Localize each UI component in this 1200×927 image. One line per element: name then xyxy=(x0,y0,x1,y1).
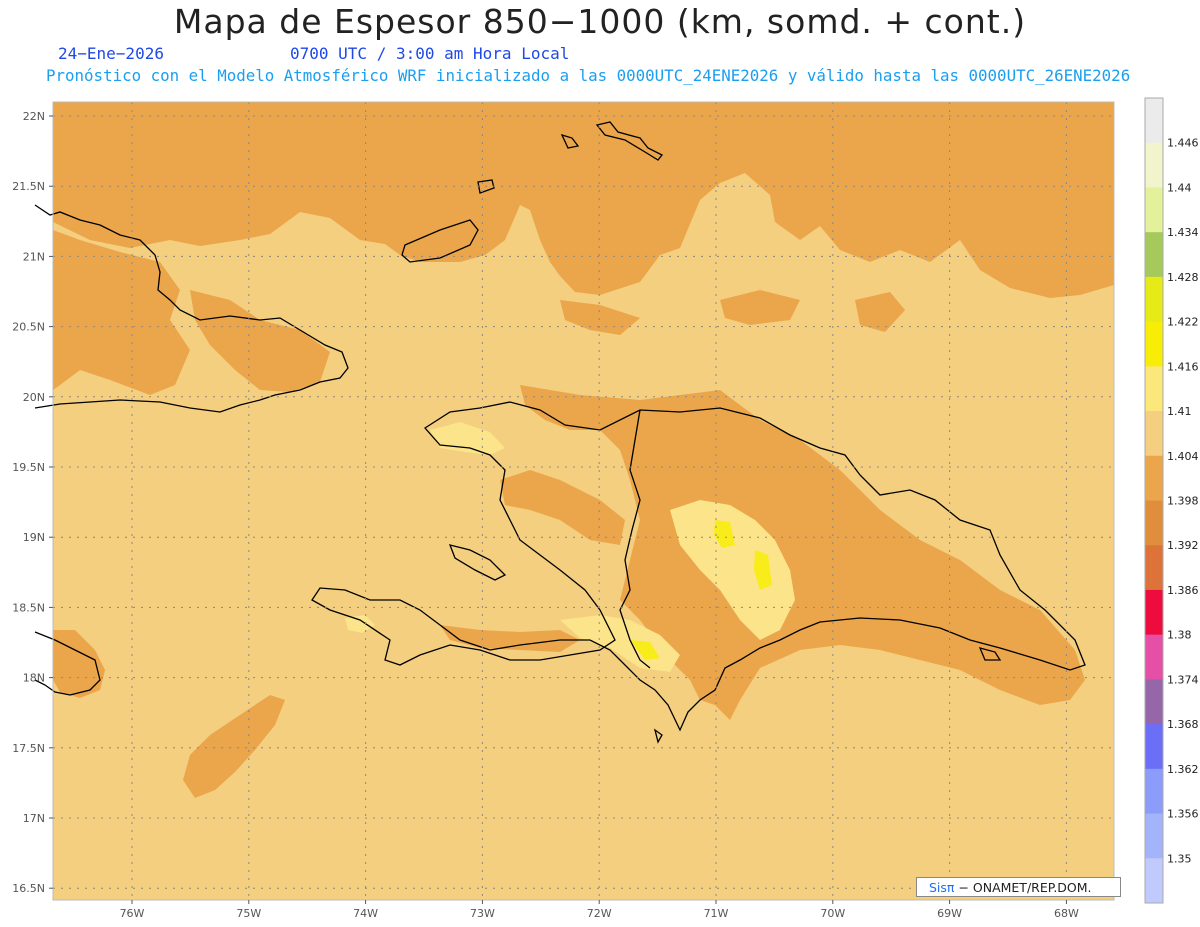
colorbar-swatch xyxy=(1145,187,1163,233)
colorbar-label: 1.362 xyxy=(1167,763,1199,776)
lat-label: 16.5N xyxy=(12,882,45,895)
colorbar-label: 1.404 xyxy=(1167,450,1199,463)
colorbar-label: 1.368 xyxy=(1167,718,1199,731)
lon-label: 75W xyxy=(236,907,261,920)
lat-label: 20N xyxy=(23,391,45,404)
colorbar-label: 1.374 xyxy=(1167,673,1199,686)
lat-label: 18.5N xyxy=(12,601,45,614)
colorbar: 1.446 1.44 1.434 1.428 1.422 1.416 1.41 1.404 1.… xyxy=(1144,97,1199,904)
lat-label: 21N xyxy=(23,250,45,263)
lon-label: 68W xyxy=(1054,907,1079,920)
lon-label: 72W xyxy=(587,907,612,920)
colorbar-label: 1.356 xyxy=(1167,808,1199,821)
map-plot-area xyxy=(34,102,1114,900)
colorbar-swatch xyxy=(1145,276,1163,323)
credit-brand: Sisπ xyxy=(929,880,955,895)
lon-label: 69W xyxy=(937,907,962,920)
colorbar-swatch xyxy=(1145,142,1163,188)
colorbar-swatch xyxy=(1145,724,1163,770)
lat-label: 21.5N xyxy=(12,180,45,193)
colorbar-label: 1.422 xyxy=(1167,316,1199,329)
lat-label: 18N xyxy=(23,672,45,685)
colorbar-swatch xyxy=(1145,455,1163,501)
colorbar-swatch xyxy=(1145,98,1163,144)
colorbar-swatch xyxy=(1145,321,1163,367)
colorbar-label: 1.35 xyxy=(1167,852,1192,865)
lon-label: 73W xyxy=(470,907,495,920)
lat-label: 20.5N xyxy=(12,321,45,334)
thickness-map: 22N 21.5N 21N 20.5N 20N 19.5N 19N 18.5N 18N 17.5N… xyxy=(12,97,1199,920)
colorbar-swatch xyxy=(1145,813,1163,859)
colorbar-label: 1.428 xyxy=(1167,271,1199,284)
colorbar-swatch xyxy=(1145,634,1163,680)
lon-label: 71W xyxy=(704,907,729,920)
colorbar-swatch xyxy=(1145,768,1163,815)
lon-label: 74W xyxy=(353,907,378,920)
colorbar-swatch xyxy=(1145,679,1163,725)
colorbar-swatch xyxy=(1145,366,1163,412)
colorbar-swatch xyxy=(1145,589,1163,636)
colorbar-label: 1.41 xyxy=(1167,405,1192,418)
colorbar-swatch xyxy=(1145,411,1163,457)
colorbar-swatch xyxy=(1145,545,1163,591)
lat-label: 22N xyxy=(23,110,45,123)
colorbar-label: 1.38 xyxy=(1167,629,1192,642)
colorbar-label: 1.392 xyxy=(1167,539,1199,552)
lat-label: 17.5N xyxy=(12,742,45,755)
colorbar-swatch xyxy=(1145,500,1163,546)
credit-box: Sisπ − ONAMET/REP.DOM. xyxy=(916,877,1121,897)
colorbar-label: 1.446 xyxy=(1167,137,1199,150)
colorbar-label: 1.434 xyxy=(1167,226,1199,239)
colorbar-label: 1.416 xyxy=(1167,360,1199,373)
colorbar-label: 1.386 xyxy=(1167,584,1199,597)
lon-label: 70W xyxy=(820,907,845,920)
colorbar-swatch xyxy=(1145,858,1163,904)
credit-text: − ONAMET/REP.DOM. xyxy=(958,880,1092,895)
lat-label: 19N xyxy=(23,531,45,544)
colorbar-label: 1.398 xyxy=(1167,495,1199,508)
colorbar-swatch xyxy=(1145,232,1163,278)
lon-label: 76W xyxy=(120,907,145,920)
colorbar-label: 1.44 xyxy=(1167,181,1192,194)
lat-label: 17N xyxy=(23,812,45,825)
lat-label: 19.5N xyxy=(12,461,45,474)
